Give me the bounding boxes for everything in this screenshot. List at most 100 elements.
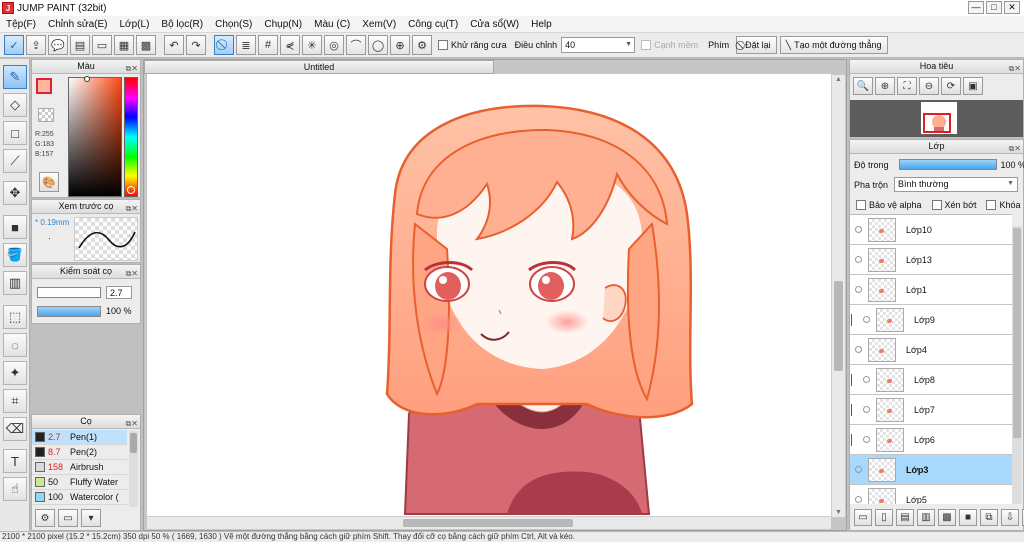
new-vector-layer-icon[interactable]: ▯ — [875, 509, 893, 526]
canvas-horizontal-scrollbar[interactable] — [147, 516, 831, 529]
visibility-eye-icon[interactable] — [855, 496, 862, 503]
hue-cursor[interactable] — [127, 186, 135, 194]
rotate-icon[interactable]: ⟳ — [941, 77, 961, 95]
brush-item[interactable]: 2.7 Pen(1) — [32, 430, 127, 445]
scroll-up-icon[interactable]: ▲ — [835, 76, 842, 83]
grid-ruler-icon[interactable]: # — [258, 35, 278, 55]
concentric-ruler-icon[interactable]: ◎ — [324, 35, 344, 55]
grid-settings-icon[interactable]: ▩ — [136, 35, 156, 55]
menu-help[interactable]: Help — [525, 19, 558, 30]
panel-menu-icon[interactable]: ⧉✕ — [1009, 62, 1021, 75]
select-eraser-tool-icon[interactable]: ⌫ — [3, 417, 27, 441]
soft-edge-option[interactable]: Cạnh mềm — [641, 40, 698, 50]
brush-size-slider[interactable] — [37, 287, 101, 298]
visibility-eye-icon[interactable] — [855, 346, 862, 353]
canvas-vertical-scrollbar[interactable]: ▲ ▼ — [831, 75, 845, 517]
message-icon[interactable]: ▤ — [70, 35, 90, 55]
folder-icon[interactable]: ■ — [959, 509, 977, 526]
visibility-eye-icon[interactable] — [855, 286, 862, 293]
menu-file[interactable]: Tệp(F) — [0, 19, 42, 30]
saturation-value-picker[interactable] — [68, 76, 122, 197]
visibility-eye-icon[interactable] — [855, 466, 862, 473]
adjust-value-input[interactable]: 40 ▼ — [561, 37, 636, 53]
export-icon[interactable]: ⇪ — [26, 35, 46, 55]
lock-option[interactable]: Khóa — [986, 200, 1021, 210]
protect-alpha-checkbox[interactable] — [856, 200, 866, 210]
drawing-canvas[interactable] — [147, 74, 831, 516]
menu-capture[interactable]: Chụp(N) — [258, 19, 308, 30]
line-tool-icon[interactable]: ⟋ — [3, 149, 27, 173]
visibility-eye-icon[interactable] — [855, 256, 862, 263]
duplicate-layer-icon[interactable]: ⧉ — [980, 509, 998, 526]
layer-row[interactable]: Lớp8 — [850, 365, 1012, 395]
straight-line-button[interactable]: ╲ Tạo một đường thẳng — [779, 36, 888, 54]
brush-settings-icon[interactable]: ⚙ — [35, 509, 55, 527]
layer-row[interactable]: Lớp10 — [850, 215, 1012, 245]
menu-tools[interactable]: Công cụ(T) — [402, 19, 464, 30]
lasso-tool-icon[interactable]: ◌ — [3, 333, 27, 357]
menu-filter[interactable]: Bộ lọc(R) — [155, 19, 209, 30]
layer-row[interactable]: Lớp3 — [850, 455, 1012, 485]
hand-tool-icon[interactable]: ☝ — [3, 477, 27, 501]
layer-row[interactable]: Lớp4 — [850, 335, 1012, 365]
tone-layer-icon[interactable]: ▩ — [938, 509, 956, 526]
rectangle-tool-icon[interactable]: □ — [3, 121, 27, 145]
protect-alpha-option[interactable]: Bảo vệ alpha — [856, 200, 922, 210]
stabilizer-icon[interactable]: ✓ — [4, 35, 24, 55]
comment-icon[interactable]: 💬 — [48, 35, 68, 55]
curve-ruler-icon[interactable]: ⌒ — [346, 35, 366, 55]
move-tool-icon[interactable]: ✥ — [3, 181, 27, 205]
menu-select[interactable]: Chọn(S) — [209, 19, 258, 30]
brush-opacity-slider[interactable] — [37, 306, 101, 317]
clipping-checkbox[interactable] — [931, 200, 942, 210]
menu-color[interactable]: Màu (C) — [308, 19, 356, 30]
layer-list-scrollbar[interactable] — [1012, 226, 1022, 504]
menu-view[interactable]: Xem(V) — [356, 19, 402, 30]
navigator-preview[interactable] — [850, 100, 1023, 137]
undo-icon[interactable]: ↶ — [164, 35, 184, 55]
brush-item[interactable]: 100 Watercolor ( — [32, 490, 127, 505]
clipping-option[interactable]: Xén bớt — [931, 200, 976, 210]
sv-cursor[interactable] — [84, 76, 90, 82]
chevron-down-icon[interactable]: ▼ — [625, 41, 632, 48]
brush-menu-icon[interactable]: ▾ — [81, 509, 101, 527]
merge-layer-icon[interactable]: ⇩ — [1001, 509, 1019, 526]
layer-row[interactable]: Lớp1 — [850, 275, 1012, 305]
menu-layer[interactable]: Lớp(L) — [114, 19, 156, 30]
symmetry-icon[interactable]: ⊕ — [390, 35, 410, 55]
document-icon[interactable]: ▭ — [92, 35, 112, 55]
brush-item[interactable]: 158 Airbrush — [32, 460, 127, 475]
panel-menu-icon[interactable]: ⧉✕ — [1009, 142, 1021, 155]
ruler-settings-icon[interactable]: ⚙ — [412, 35, 432, 55]
layer-row[interactable]: Lớp5 — [850, 485, 1012, 504]
layer-row[interactable]: Lớp9 — [850, 305, 1012, 335]
zoom-out-icon[interactable]: ⊖ — [919, 77, 939, 95]
text-tool-icon[interactable]: T — [3, 449, 27, 473]
chevron-down-icon[interactable]: ▼ — [1007, 180, 1014, 187]
layer-opacity-slider[interactable] — [898, 159, 997, 170]
close-button[interactable]: ✕ — [1004, 1, 1020, 14]
redo-icon[interactable]: ↷ — [186, 35, 206, 55]
ellipse-ruler-icon[interactable]: ◯ — [368, 35, 388, 55]
horizontal-scroll-thumb[interactable] — [403, 519, 573, 527]
brush-item[interactable]: 8.7 Pen(2) — [32, 445, 127, 460]
layer-row[interactable]: Lớp7 — [850, 395, 1012, 425]
blend-mode-select[interactable]: Bình thường ▼ — [894, 177, 1019, 192]
parallel-ruler-icon[interactable]: ≣ — [236, 35, 256, 55]
palette-icon[interactable]: 🎨 — [39, 172, 59, 192]
perspective-icon[interactable]: ⋞ — [280, 35, 300, 55]
menu-edit[interactable]: Chỉnh sửa(E) — [42, 19, 114, 30]
zoom-icon[interactable]: 🔍 — [853, 77, 873, 95]
layer-row[interactable]: Lớp13 — [850, 245, 1012, 275]
layer-scroll-thumb[interactable] — [1013, 228, 1021, 438]
rect-select-tool-icon[interactable]: ⬚ — [3, 305, 27, 329]
lock-checkbox[interactable] — [986, 200, 997, 210]
antialias-checkbox[interactable] — [438, 40, 448, 50]
visibility-eye-icon[interactable] — [863, 406, 870, 413]
antialias-option[interactable]: Khử răng cưa — [438, 40, 507, 50]
new-layer-icon[interactable]: ▭ — [854, 509, 872, 526]
transparent-color-swatch[interactable] — [38, 108, 54, 122]
scroll-down-icon[interactable]: ▼ — [835, 509, 842, 516]
visibility-eye-icon[interactable] — [855, 226, 862, 233]
zoom-in-icon[interactable]: ⊕ — [875, 77, 895, 95]
